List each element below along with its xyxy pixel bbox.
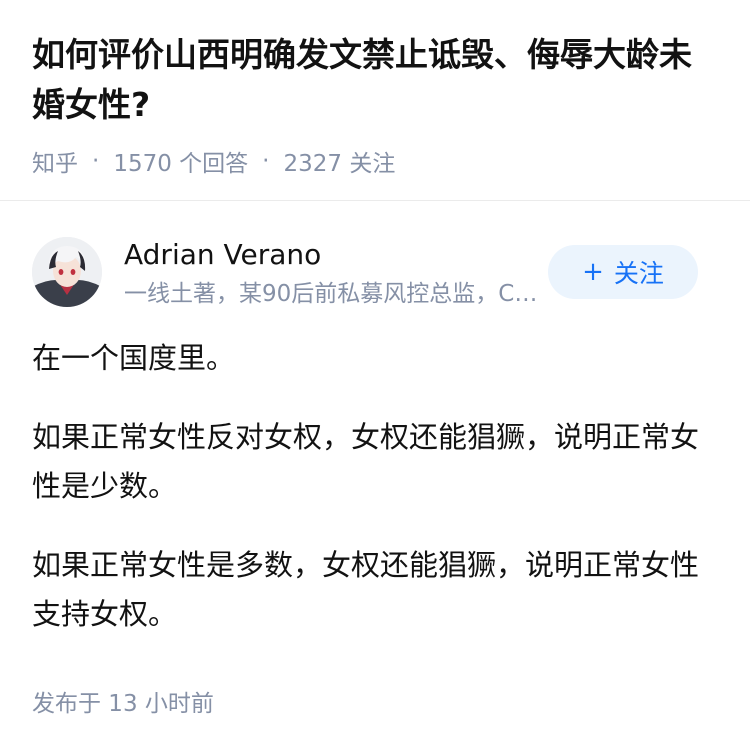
follow-label: 关注	[613, 259, 664, 288]
avatar[interactable]	[32, 237, 102, 307]
section-divider	[0, 200, 750, 201]
question-header: 如何评价山西明确发文禁止诋毁、侮辱大龄未婚女性? 知乎 · 1570 个回答 ·…	[32, 30, 722, 178]
answer-paragraph: 如果正常女性是多数，女权还能猖獗，说明正常女性支持女权。	[32, 548, 700, 631]
answer-paragraph: 如果正常女性反对女权，女权还能猖獗，说明正常女性是少数。	[32, 420, 700, 503]
question-title[interactable]: 如何评价山西明确发文禁止诋毁、侮辱大龄未婚女性?	[32, 30, 722, 130]
meta-separator: ·	[262, 148, 270, 174]
answers-count[interactable]: 1570 个回答	[113, 144, 248, 178]
plus-icon: +	[582, 257, 604, 287]
meta-separator: ·	[92, 148, 100, 174]
answer-paragraph: 在一个国度里。	[32, 341, 236, 375]
publish-time: 发布于 13 小时前	[32, 691, 214, 717]
author-name[interactable]: Adrian Verano	[124, 237, 321, 273]
question-meta: 知乎 · 1570 个回答 · 2327 关注	[32, 144, 722, 178]
follow-button[interactable]: + 关注	[548, 245, 698, 299]
answer-content: 在一个国度里。 如果正常女性反对女权，女权还能猖獗，说明正常女性是少数。 如果正…	[32, 334, 718, 669]
avatar-image-icon	[32, 237, 102, 307]
author-card: Adrian Verano 一线土著，某90后前私募风控总监，CFA持证人 + …	[32, 237, 718, 309]
followers-count: 2327 关注	[283, 151, 396, 177]
source-label[interactable]: 知乎	[32, 144, 78, 178]
author-bio: 一线土著，某90后前私募风控总监，CFA持证人	[124, 281, 544, 307]
